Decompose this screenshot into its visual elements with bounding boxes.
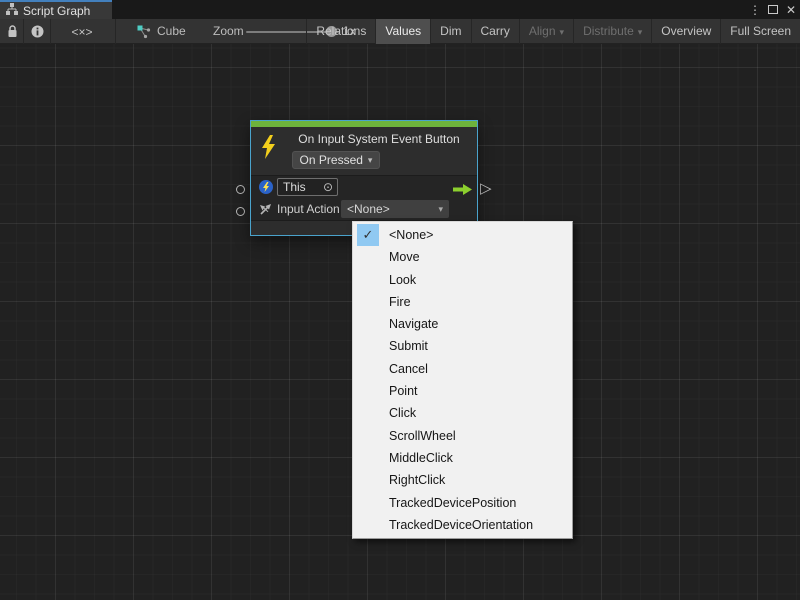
lightning-bolt-icon xyxy=(260,135,277,164)
values-button[interactable]: Values xyxy=(375,19,430,44)
input-action-label: Input Action xyxy=(277,198,340,220)
menu-item-trackeddeviceorientation[interactable]: TrackedDeviceOrientation xyxy=(353,514,572,536)
overview-button[interactable]: Overview xyxy=(651,19,720,44)
menu-item-fire[interactable]: Fire xyxy=(353,291,572,313)
tab-bar: Script Graph ⋮ ✕ xyxy=(0,0,800,19)
flow-output-port[interactable]: ▷ xyxy=(480,180,492,197)
menu-item-rightclick[interactable]: RightClick xyxy=(353,469,572,491)
node-row-input-action: Input Action <None>▾ xyxy=(251,198,477,220)
graph-network-icon xyxy=(137,19,151,44)
input-action-dropdown[interactable]: <None>▾ xyxy=(341,200,449,218)
chevron-down-icon: ▾ xyxy=(368,155,373,166)
chevron-down-icon: ▾ xyxy=(438,204,443,215)
zoom-label: Zoom xyxy=(213,19,244,44)
menu-item-middleclick[interactable]: MiddleClick xyxy=(353,447,572,469)
full-screen-button[interactable]: Full Screen xyxy=(720,19,800,44)
check-icon: ✓ xyxy=(357,224,379,246)
self-icon xyxy=(259,180,273,199)
this-object-field[interactable]: This ⊙ xyxy=(277,178,338,196)
lock-icon[interactable] xyxy=(4,19,20,44)
distribute-button[interactable]: Distribute▾ xyxy=(573,19,651,44)
menu-item-cancel[interactable]: Cancel xyxy=(353,358,572,380)
graph-canvas[interactable]: ▷ On Input System Event Button On Presse… xyxy=(0,44,800,600)
tab-script-graph[interactable]: Script Graph xyxy=(0,0,112,19)
relations-button[interactable]: Relations xyxy=(306,19,375,44)
chevron-down-icon: ▾ xyxy=(638,27,643,37)
chevron-down-icon: ▾ xyxy=(560,27,565,37)
node-header: On Input System Event Button On Pressed▾ xyxy=(251,127,477,176)
object-picker-icon[interactable]: ⊙ xyxy=(323,180,333,194)
align-button[interactable]: Align▾ xyxy=(519,19,573,44)
close-icon[interactable]: ✕ xyxy=(784,1,798,19)
menu-item-none[interactable]: <None> xyxy=(353,224,572,246)
kebab-menu-icon[interactable]: ⋮ xyxy=(748,1,762,19)
carry-button[interactable]: Carry xyxy=(471,19,519,44)
graph-name-label: Cube xyxy=(157,19,186,44)
input-action-menu: ✓ <None> Move Look Fire Navigate Submit … xyxy=(352,221,573,539)
input-action-icon xyxy=(259,202,273,221)
node-on-input-system-event-button[interactable]: On Input System Event Button On Pressed▾… xyxy=(250,120,478,236)
menu-item-point[interactable]: Point xyxy=(353,380,572,402)
menu-item-move[interactable]: Move xyxy=(353,246,572,268)
menu-item-submit[interactable]: Submit xyxy=(353,335,572,357)
maximize-icon[interactable] xyxy=(768,5,778,14)
node-body: This ⊙ Input xyxy=(251,176,477,220)
toolbar-buttons: Relations Values Dim Carry Align▾ Distri… xyxy=(306,19,800,44)
info-icon[interactable] xyxy=(29,19,45,44)
menu-item-click[interactable]: Click xyxy=(353,402,572,424)
event-selector-dropdown[interactable]: On Pressed▾ xyxy=(292,151,380,169)
menu-item-look[interactable]: Look xyxy=(353,269,572,291)
port-this[interactable] xyxy=(236,185,245,194)
node-title: On Input System Event Button xyxy=(251,132,477,146)
menu-item-trackeddeviceposition[interactable]: TrackedDevicePosition xyxy=(353,492,572,514)
port-input-action[interactable] xyxy=(236,207,245,216)
code-toggle-icon[interactable]: <×> xyxy=(64,19,100,44)
node-row-this: This ⊙ xyxy=(251,176,477,198)
graph-hierarchy-icon xyxy=(6,2,18,20)
menu-item-scrollwheel[interactable]: ScrollWheel xyxy=(353,425,572,447)
menu-item-navigate[interactable]: Navigate xyxy=(353,313,572,335)
dim-button[interactable]: Dim xyxy=(430,19,470,44)
toolbar: <×> Cube Zoom 1x Relations Values Dim Ca… xyxy=(0,19,800,44)
tab-label: Script Graph xyxy=(23,4,90,18)
